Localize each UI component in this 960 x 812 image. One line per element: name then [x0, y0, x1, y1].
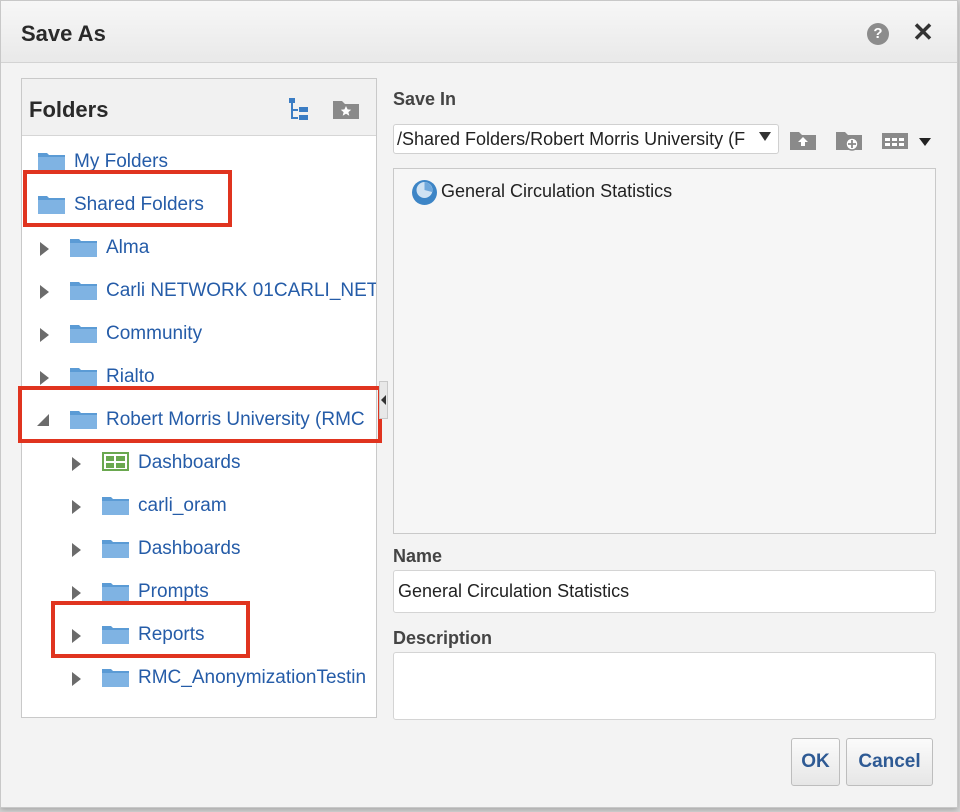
expand-arrow-icon[interactable]: [72, 586, 81, 600]
name-label: Name: [393, 546, 443, 566]
folders-header: Folders: [22, 79, 376, 136]
folder-icon: [70, 323, 97, 343]
tree-item-label[interactable]: carli_oram: [138, 495, 227, 517]
dashboard-icon: [102, 452, 129, 472]
analysis-icon: [411, 179, 438, 211]
new-folder-icon[interactable]: [332, 98, 360, 125]
close-icon[interactable]: ✕: [911, 18, 935, 46]
folder-icon: [102, 538, 129, 558]
ok-button[interactable]: OK: [791, 738, 840, 786]
tree-item-label[interactable]: Carli NETWORK 01CARLI_NET: [106, 280, 376, 302]
up-folder-icon[interactable]: [789, 129, 817, 156]
list-item-label[interactable]: General Circulation Statistics: [441, 181, 672, 202]
tree-item-label[interactable]: RMC_AnonymizationTestin: [138, 667, 366, 689]
expand-arrow-icon[interactable]: [72, 500, 81, 514]
help-icon[interactable]: ?: [867, 23, 889, 45]
tree-item-label[interactable]: Community: [106, 323, 202, 345]
dialog-titlebar: Save As ? ✕: [1, 1, 957, 63]
expand-arrow-icon[interactable]: [40, 285, 49, 299]
tree-item-label[interactable]: Dashboards: [138, 452, 240, 474]
folder-icon: [70, 366, 97, 386]
save-in-path-select[interactable]: /Shared Folders/Robert Morris University…: [393, 124, 779, 154]
highlight-box: [18, 386, 382, 443]
tree-item-label[interactable]: Alma: [106, 237, 149, 259]
highlight-box: [51, 601, 250, 658]
chevron-down-icon[interactable]: [759, 132, 771, 141]
new-folder-add-icon[interactable]: [835, 129, 863, 158]
tree-item-label[interactable]: Prompts: [138, 581, 209, 603]
save-in-label: Save In: [393, 89, 457, 109]
save-as-dialog: Save As ? ✕ Folders My Folders Shared Fo…: [0, 0, 958, 808]
folder-icon: [102, 581, 129, 601]
tree-item-label[interactable]: Rialto: [106, 366, 155, 388]
expand-arrow-icon[interactable]: [72, 543, 81, 557]
expand-arrow-icon[interactable]: [40, 328, 49, 342]
description-input[interactable]: [393, 652, 936, 720]
folder-contents-list[interactable]: General Circulation Statistics: [393, 168, 936, 534]
expand-arrow-icon[interactable]: [72, 672, 81, 686]
folder-icon: [70, 280, 97, 300]
tree-view-icon[interactable]: [288, 97, 312, 128]
folder-icon: [70, 237, 97, 257]
description-label: Description: [393, 628, 493, 648]
expand-arrow-icon[interactable]: [40, 242, 49, 256]
folders-title: Folders: [29, 97, 109, 122]
tree-item-label[interactable]: Dashboards: [138, 538, 240, 560]
expand-arrow-icon[interactable]: [40, 371, 49, 385]
folder-icon: [102, 495, 129, 515]
name-input[interactable]: General Circulation Statistics: [393, 570, 936, 613]
view-options-icon[interactable]: [881, 129, 933, 156]
folder-icon: [38, 151, 65, 171]
cancel-button[interactable]: Cancel: [846, 738, 933, 786]
folder-icon: [102, 667, 129, 687]
expand-arrow-icon[interactable]: [72, 457, 81, 471]
dialog-title: Save As: [21, 21, 106, 46]
highlight-box: [23, 170, 232, 227]
splitter-handle[interactable]: [379, 381, 388, 419]
